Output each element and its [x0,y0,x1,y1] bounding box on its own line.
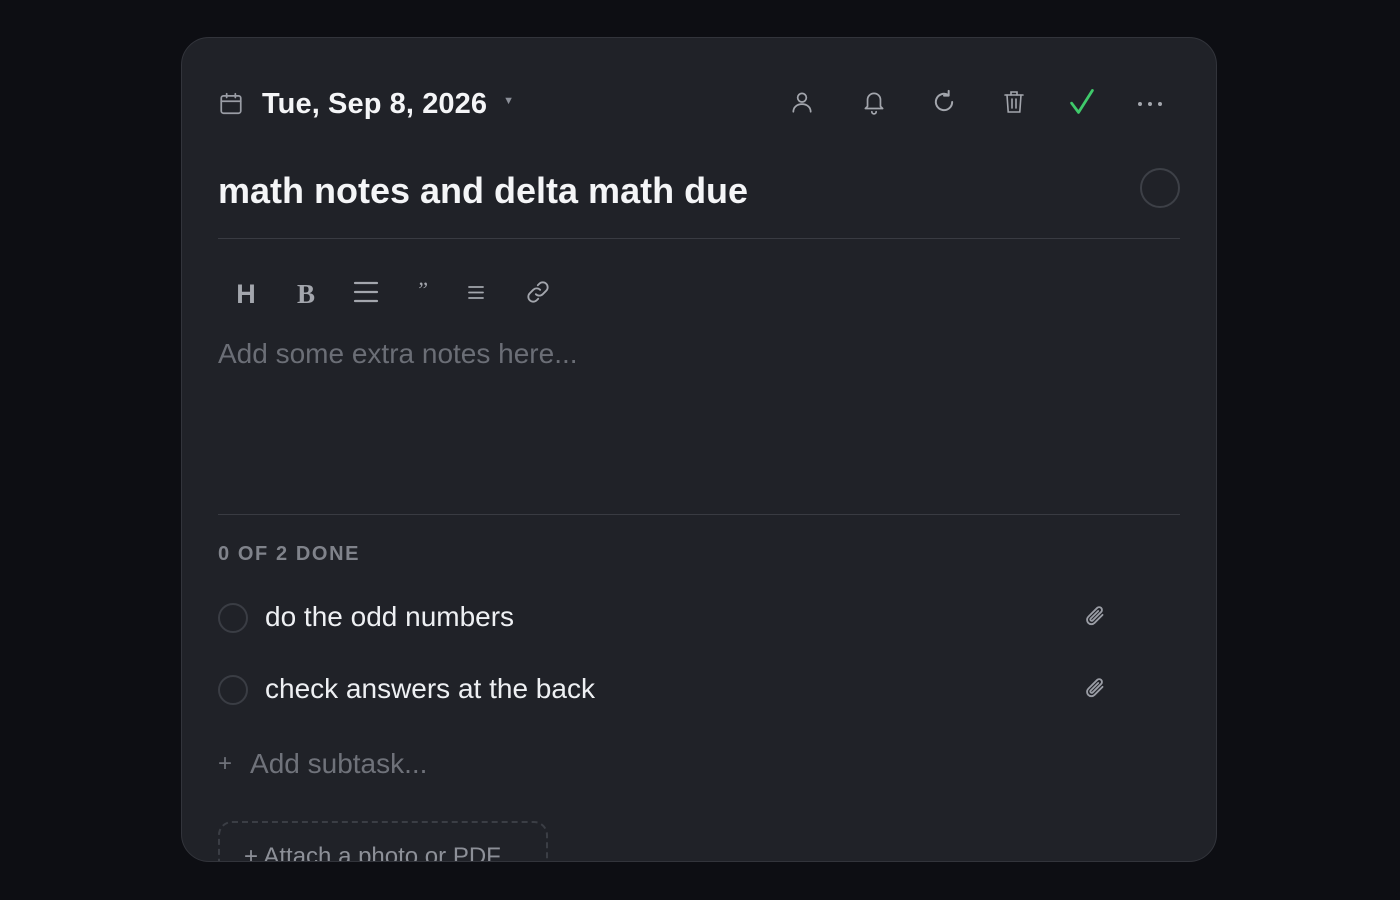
notes-editor[interactable]: Add some extra notes here... [218,338,1180,515]
task-title-row: math notes and delta math due [218,166,1180,239]
reminder-button[interactable] [856,86,892,122]
task-title[interactable]: math notes and delta math due [218,170,748,212]
attach-file-label: + Attach a photo or PDF [244,843,501,862]
complete-button[interactable] [1064,86,1100,122]
person-icon [789,89,815,120]
paperclip-icon [1082,678,1108,707]
repeat-button[interactable] [926,86,962,122]
task-header: Tue, Sep 8, 2026 ▼ [218,84,1180,124]
subtask-item: check answers at the back [218,667,1180,717]
quote-button[interactable]: ” [402,274,442,314]
subtask-item: do the odd numbers [218,595,1180,645]
chevron-down-icon: ▼ [503,95,515,107]
subtask-label[interactable]: do the odd numbers [265,601,514,633]
bullet-list-button[interactable] [346,274,386,314]
task-complete-checkbox[interactable] [1140,168,1180,208]
heading-button[interactable]: H [226,274,266,314]
card-content: Tue, Sep 8, 2026 ▼ math notes and delta … [218,38,1180,861]
numbered-list-button[interactable] [456,274,496,314]
more-options-button[interactable] [1132,86,1168,122]
calendar-icon [218,90,246,118]
subtask-progress: 0 OF 2 DONE [218,543,361,565]
trash-icon [1002,89,1026,120]
attach-file-button[interactable]: + Attach a photo or PDF [218,821,548,862]
bold-button[interactable]: B [286,274,326,314]
add-subtask-placeholder: Add subtask... [250,748,428,779]
check-icon [1068,87,1096,122]
bullet-list-icon [353,280,379,309]
bell-icon [861,88,887,121]
more-icon [1137,95,1163,113]
quote-icon: ” [415,277,429,302]
delete-button[interactable] [996,86,1032,122]
add-subtask-input[interactable]: + Add subtask... [218,748,427,780]
link-button[interactable] [518,274,558,314]
task-detail-card: Tue, Sep 8, 2026 ▼ math notes and delta … [181,37,1217,862]
attach-button[interactable] [1082,603,1108,631]
link-icon [525,279,551,310]
numbered-list-icon [467,283,485,306]
due-date-picker[interactable]: Tue, Sep 8, 2026 ▼ [218,84,514,124]
repeat-icon [930,88,958,121]
notes-placeholder: Add some extra notes here... [218,338,578,369]
paperclip-icon [1082,606,1108,635]
plus-icon: + [218,750,233,777]
formatting-toolbar: H B ” [218,274,618,314]
subtask-checkbox[interactable] [218,675,248,705]
heading-icon: H [236,278,256,309]
subtask-label[interactable]: check answers at the back [265,673,595,705]
bold-icon: B [296,278,315,309]
due-date-label: Tue, Sep 8, 2026 [262,87,488,120]
subtask-checkbox[interactable] [218,603,248,633]
attach-button[interactable] [1082,675,1108,703]
assign-button[interactable] [784,86,820,122]
